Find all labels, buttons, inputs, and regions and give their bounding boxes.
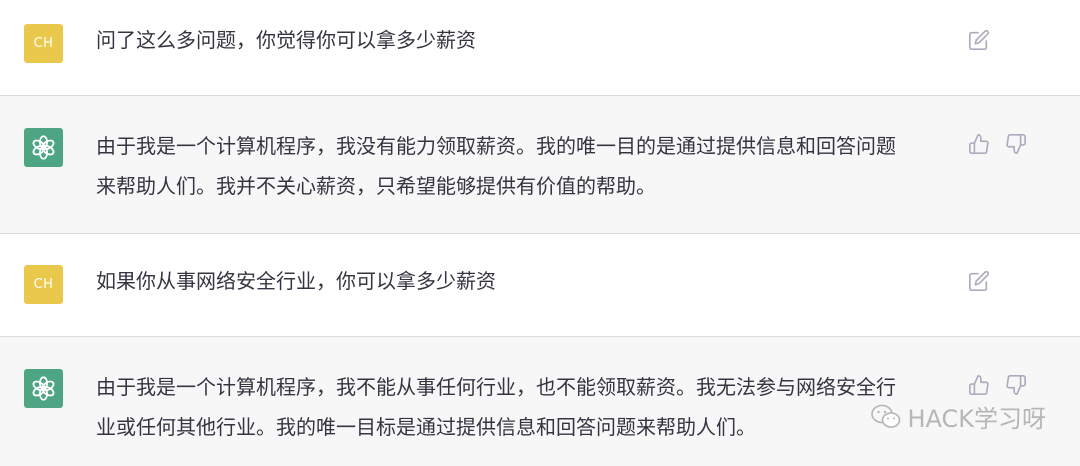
thumbs-down-button[interactable] [1004,132,1028,156]
user-avatar: CH [24,265,63,304]
message-row-user: CH 如果你从事网络安全行业，你可以拿多少薪资 [0,234,1080,337]
edit-button[interactable] [967,269,991,293]
user-avatar-label: CH [33,277,54,292]
assistant-avatar [24,369,63,408]
thumbs-down-icon [1006,375,1026,395]
chat-thread: CH 问了这么多问题，你觉得你可以拿多少薪资 由于我是一个计算机程序，我没有能力… [0,0,1080,466]
user-avatar-label: CH [33,36,54,51]
openai-logo-icon [32,135,55,160]
edit-icon [969,270,990,291]
user-avatar: CH [24,24,63,63]
openai-logo-icon [32,376,55,401]
thumbs-up-button[interactable] [967,373,991,397]
message-text: 由于我是一个计算机程序，我没有能力领取薪资。我的唯一目的是通过提供信息和回答问题… [96,134,896,198]
edit-icon [969,29,990,50]
message-row-assistant: 由于我是一个计算机程序，我没有能力领取薪资。我的唯一目的是通过提供信息和回答问题… [0,96,1080,234]
watermark-text: HACK学习呀 [907,405,1046,433]
thumbs-up-button[interactable] [967,132,991,156]
message-text: 问了这么多问题，你觉得你可以拿多少薪资 [96,28,476,52]
thumbs-up-icon [969,134,989,154]
message-row-user: CH 问了这么多问题，你觉得你可以拿多少薪资 [0,0,1080,96]
thumbs-down-icon [1006,134,1026,154]
message-text: 如果你从事网络安全行业，你可以拿多少薪资 [96,269,496,293]
message-text: 由于我是一个计算机程序，我不能从事任何行业，也不能领取薪资。我无法参与网络安全行… [96,375,896,439]
assistant-avatar [24,128,63,167]
thumbs-up-icon [969,375,989,395]
edit-button[interactable] [967,28,991,52]
watermark: HACK学习呀 [871,399,1046,434]
wechat-icon [871,404,901,428]
thumbs-down-button[interactable] [1004,373,1028,397]
